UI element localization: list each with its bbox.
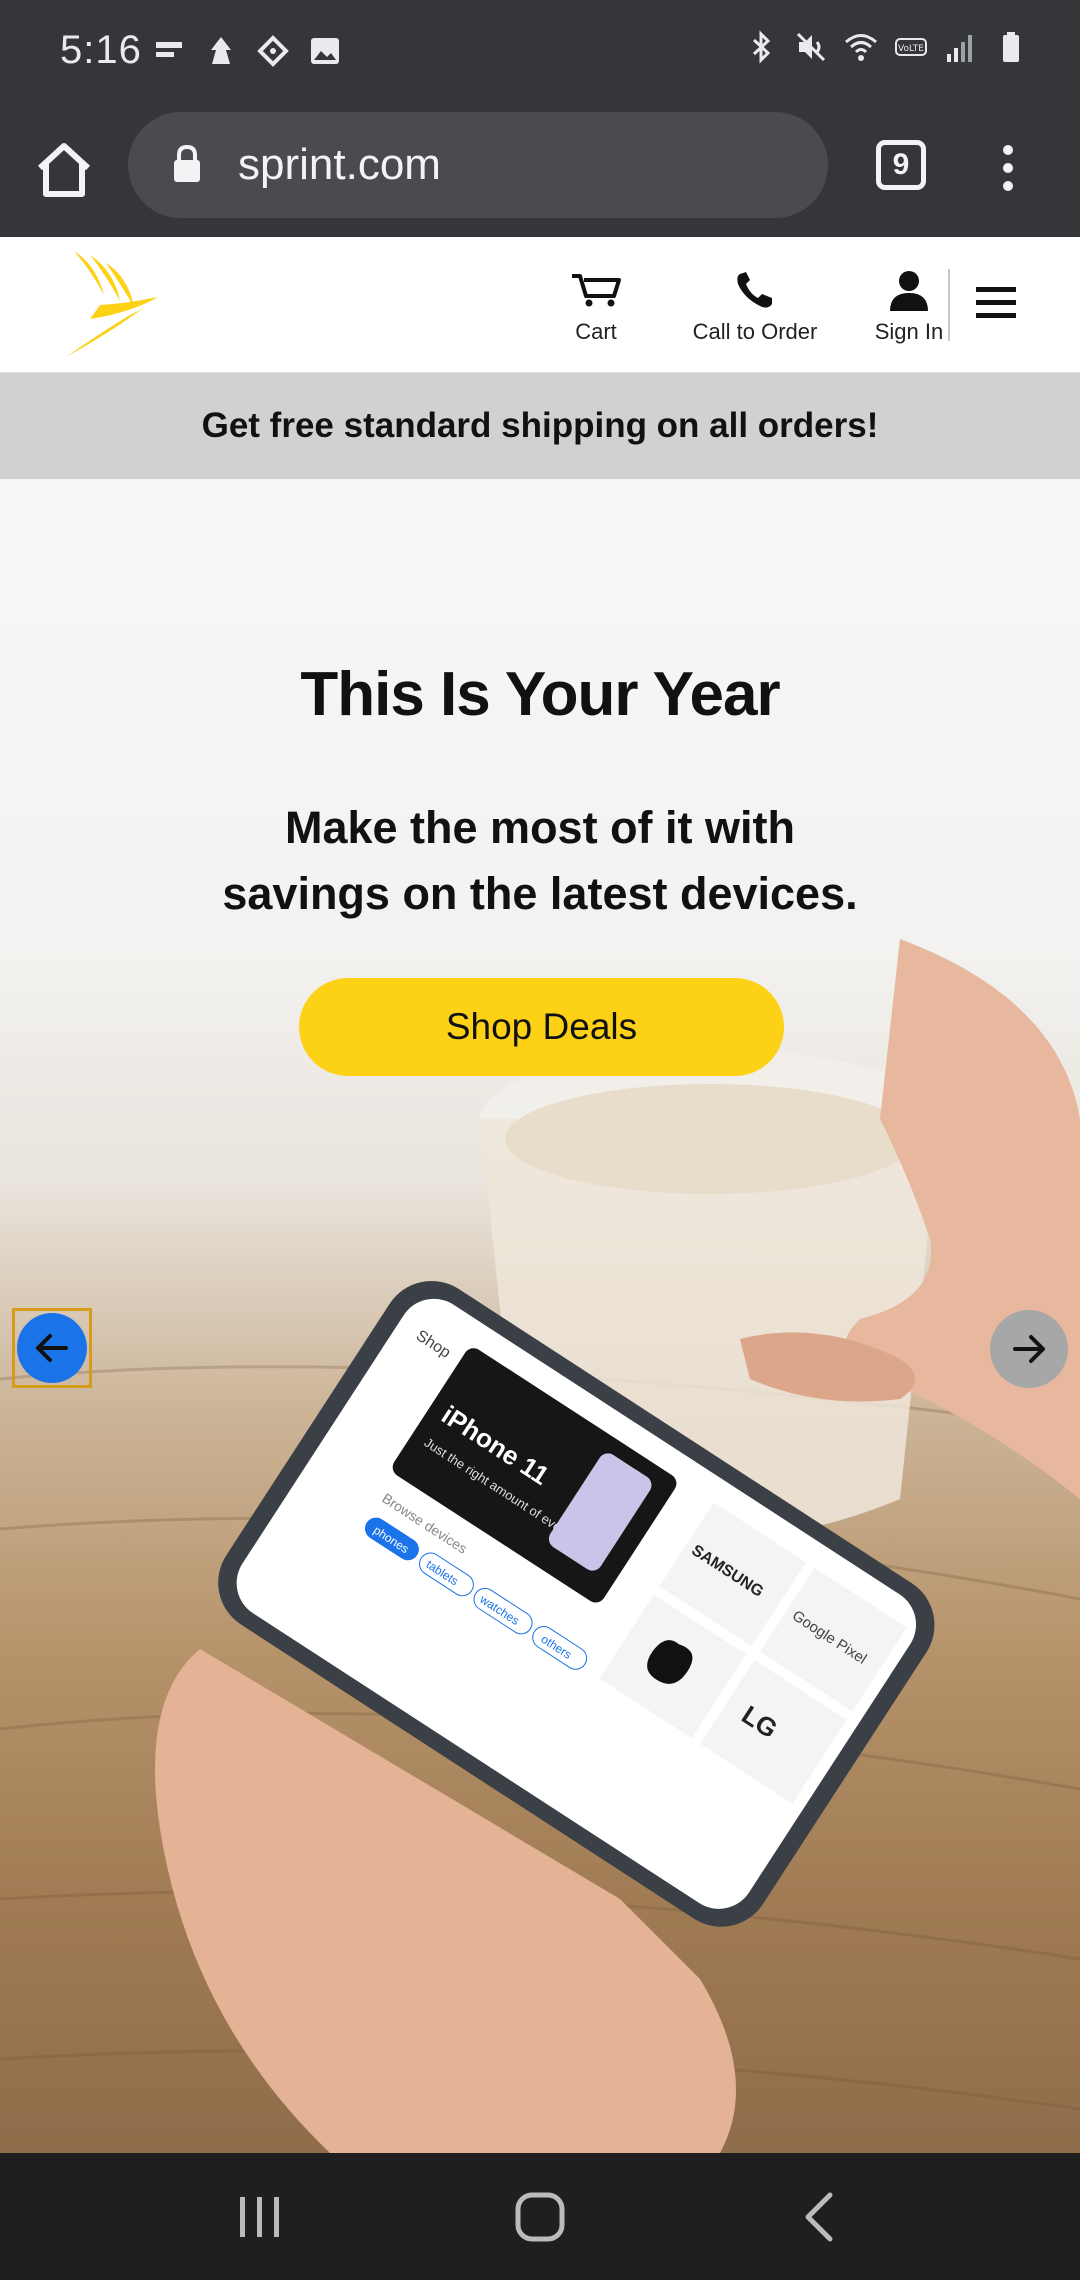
cart-label: Cart bbox=[575, 319, 617, 344]
recent-apps-icon[interactable] bbox=[230, 2189, 290, 2245]
menu-icon[interactable] bbox=[974, 283, 1018, 323]
hero-title: This Is Your Year bbox=[300, 660, 780, 729]
carousel-next-button[interactable] bbox=[990, 1310, 1068, 1388]
address-bar[interactable]: sprint.com bbox=[128, 112, 828, 218]
bluetooth-icon bbox=[752, 30, 771, 64]
ticket-icon bbox=[257, 35, 289, 67]
back-nav-icon[interactable] bbox=[792, 2189, 852, 2245]
signal-icon bbox=[947, 35, 972, 62]
home-icon[interactable] bbox=[28, 134, 100, 206]
carousel-prev-button[interactable] bbox=[12, 1308, 92, 1388]
hero-subtitle-line2: savings on the latest devices. bbox=[222, 868, 858, 919]
hero-carousel: iPhone 11 Just the right amount of every… bbox=[0, 479, 1080, 2153]
cart-link[interactable]: Cart bbox=[562, 267, 630, 345]
arrow-right-icon bbox=[1013, 1335, 1045, 1363]
battery-icon bbox=[1003, 32, 1019, 62]
svg-text:VoLTE: VoLTE bbox=[898, 44, 924, 54]
lock-icon bbox=[174, 144, 200, 182]
status-icons-left bbox=[152, 34, 342, 68]
call-to-order-label: Call to Order bbox=[692, 319, 818, 344]
sprint-logo[interactable] bbox=[60, 249, 170, 361]
home-nav-icon[interactable] bbox=[510, 2189, 570, 2245]
url-text: sprint.com bbox=[238, 140, 441, 189]
app-icon bbox=[211, 37, 231, 64]
hero-image: iPhone 11 Just the right amount of every… bbox=[0, 939, 1080, 2153]
status-time: 5:16 bbox=[60, 28, 142, 72]
system-nav-bar bbox=[0, 2153, 1080, 2280]
wifi-icon bbox=[845, 34, 877, 61]
shop-deals-button[interactable]: Shop Deals bbox=[299, 978, 784, 1076]
shipping-promo-banner: Get free standard shipping on all orders… bbox=[0, 373, 1080, 479]
hero-subtitle: Make the most of it with savings on the … bbox=[140, 795, 940, 927]
arrow-left-icon bbox=[36, 1334, 68, 1362]
site-header: Cart Call to Order Sign In bbox=[0, 237, 1080, 373]
tab-switcher-button[interactable]: 9 bbox=[876, 140, 926, 190]
user-icon bbox=[890, 271, 928, 311]
hero-subtitle-line1: Make the most of it with bbox=[284, 802, 796, 853]
sign-in-label: Sign In bbox=[874, 319, 944, 344]
volte-icon: VoLTE bbox=[895, 38, 927, 56]
phone-icon bbox=[737, 272, 772, 308]
cart-icon bbox=[572, 274, 621, 307]
nav-divider bbox=[948, 269, 950, 341]
mute-icon bbox=[796, 32, 826, 62]
more-options-icon[interactable] bbox=[988, 138, 1028, 198]
browser-toolbar: sprint.com 9 bbox=[0, 108, 1080, 237]
notification-icon bbox=[156, 42, 182, 57]
image-icon bbox=[311, 38, 339, 64]
status-bar: 5:16 VoLTE bbox=[0, 0, 1080, 108]
call-to-order-link[interactable]: Call to Order bbox=[680, 267, 830, 345]
status-icons-right: VoLTE bbox=[744, 30, 1028, 64]
